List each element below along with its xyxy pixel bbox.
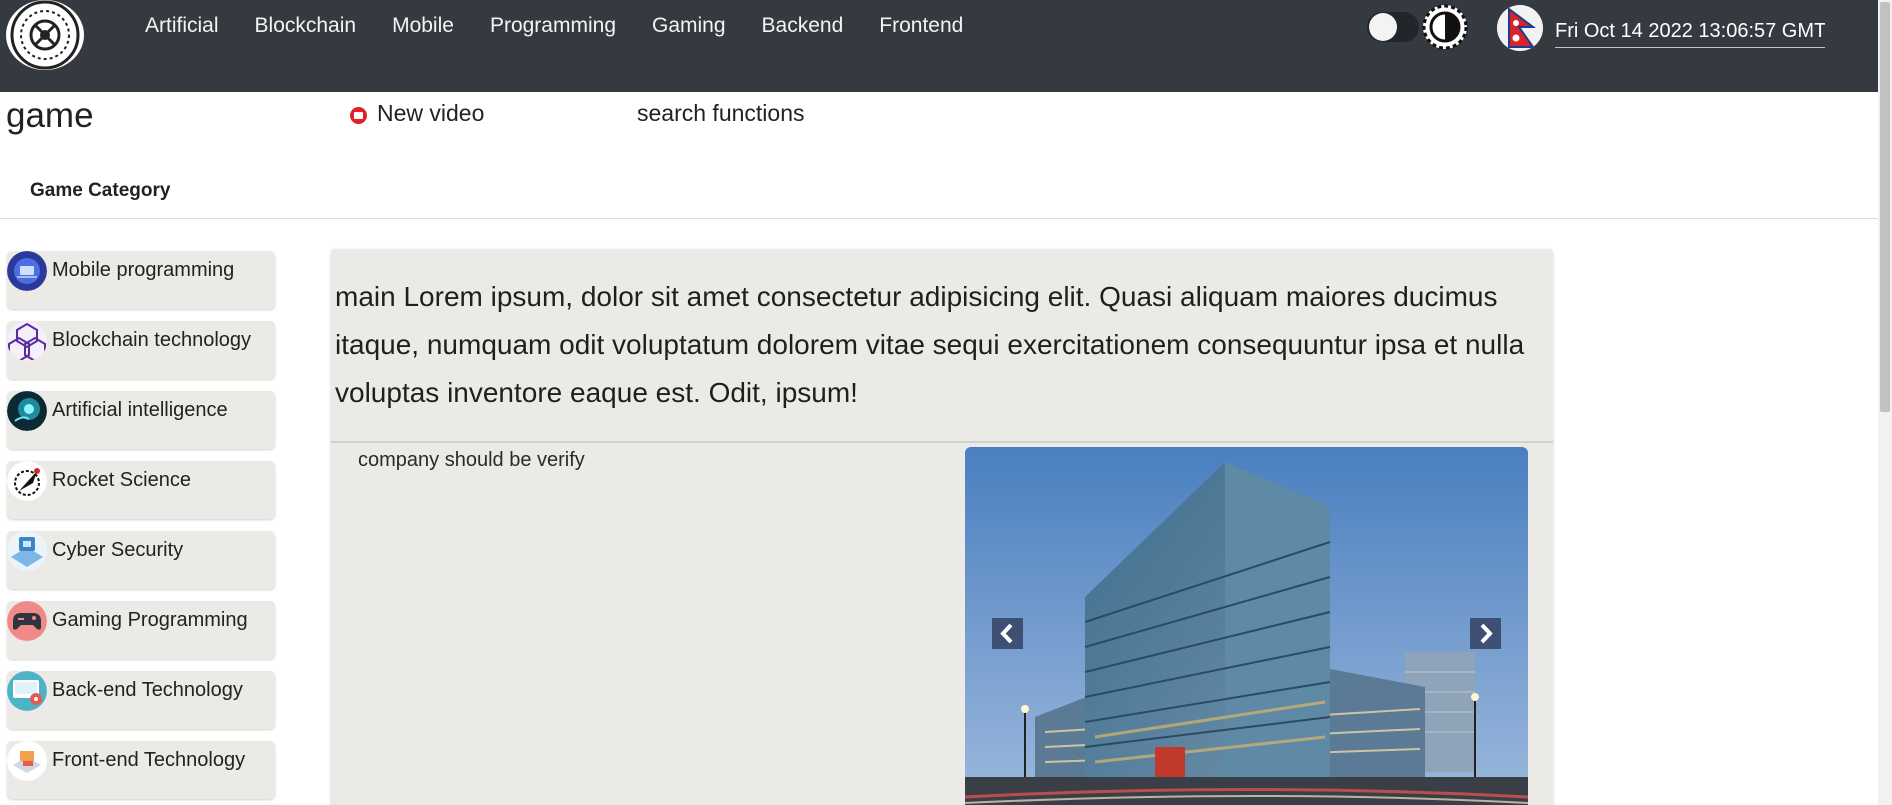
carousel-next-button[interactable]	[1470, 618, 1501, 649]
contrast-icon[interactable]	[1420, 4, 1470, 50]
sidebar-item-label: Artificial intelligence	[52, 399, 228, 421]
new-video-label: New video	[377, 100, 485, 126]
sidebar-item-rocket-science[interactable]: Rocket Science	[7, 461, 275, 519]
sidebar-item-label: Back-end Technology	[52, 679, 243, 701]
sidebar-item-mobile-programming[interactable]: Mobile programming	[7, 251, 275, 309]
site-logo[interactable]	[6, 0, 84, 70]
sidebar-item-label: Blockchain technology	[52, 329, 252, 351]
chevron-right-icon	[1480, 623, 1493, 644]
sidebar-item-artificial-intelligence[interactable]: Artificial intelligence	[7, 391, 275, 449]
post-headline: main Lorem ipsum, dolor sit amet consect…	[335, 281, 1525, 408]
sidebar-item-label: Gaming Programming	[52, 609, 248, 631]
main-nav: Artificial Blockchain Mobile Programming…	[145, 14, 999, 38]
tab-game-category[interactable]: Game Category	[30, 180, 170, 202]
gamepad-icon	[7, 601, 47, 641]
office-building-photo	[965, 447, 1528, 805]
category-sidebar: Mobile programming Blockchain technology…	[7, 251, 275, 805]
frontend-icon	[7, 741, 47, 781]
rocket-icon	[7, 461, 47, 501]
youtube-icon	[350, 106, 367, 124]
theme-toggle[interactable]	[1367, 12, 1419, 42]
top-navbar: Artificial Blockchain Mobile Programming…	[0, 0, 1878, 92]
sidebar-item-front-end-technology[interactable]: Front-end Technology	[7, 741, 275, 799]
sidebar-item-label: Rocket Science	[52, 469, 191, 491]
nav-blockchain[interactable]: Blockchain	[255, 14, 357, 38]
sidebar-item-gaming-programming[interactable]: Gaming Programming	[7, 601, 275, 659]
nav-programming[interactable]: Programming	[490, 14, 616, 38]
nav-artificial[interactable]: Artificial	[145, 14, 219, 38]
sidebar-item-label: Cyber Security	[52, 539, 184, 561]
scrollbar-thumb[interactable]	[1880, 2, 1890, 412]
sidebar-item-cyber-security[interactable]: Cyber Security	[7, 531, 275, 589]
datetime-display: Fri Oct 14 2022 13:06:57 GMT	[1555, 20, 1825, 48]
new-video-link[interactable]: New video	[350, 100, 484, 127]
post-note: company should be verify	[358, 449, 585, 471]
nav-gaming[interactable]: Gaming	[652, 14, 726, 38]
nav-frontend[interactable]: Frontend	[879, 14, 963, 38]
search-functions-link[interactable]: search functions	[637, 100, 804, 127]
sidebar-item-label: Front-end Technology	[52, 749, 246, 771]
nav-backend[interactable]: Backend	[762, 14, 844, 38]
post-card: main Lorem ipsum, dolor sit amet consect…	[331, 249, 1553, 805]
nav-mobile[interactable]: Mobile	[392, 14, 454, 38]
mobile-programming-icon	[7, 251, 47, 291]
sidebar-item-blockchain-technology[interactable]: Blockchain technology	[7, 321, 275, 379]
image-carousel[interactable]	[965, 447, 1528, 805]
backend-icon	[7, 671, 47, 711]
ai-icon	[7, 391, 47, 431]
nepal-flag-icon[interactable]	[1497, 5, 1543, 51]
sidebar-item-label: Mobile programming	[52, 259, 235, 281]
divider	[0, 218, 1878, 219]
toggle-knob	[1369, 13, 1397, 41]
cyber-security-icon	[7, 531, 47, 571]
sidebar-item-back-end-technology[interactable]: Back-end Technology	[7, 671, 275, 729]
page-scrollbar[interactable]	[1878, 0, 1892, 805]
chevron-left-icon	[1000, 623, 1013, 644]
page-title: game	[6, 96, 94, 135]
card-divider	[331, 441, 1553, 443]
blockchain-icon	[7, 321, 47, 361]
carousel-prev-button[interactable]	[992, 618, 1023, 649]
